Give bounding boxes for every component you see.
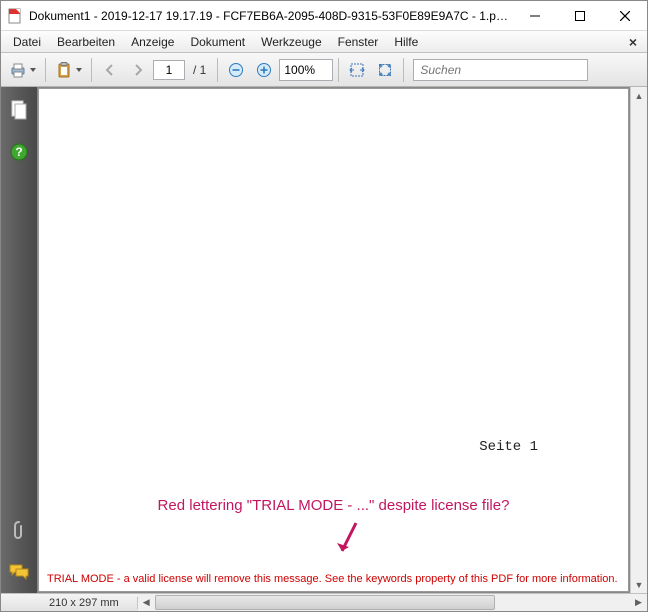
separator bbox=[45, 58, 46, 82]
pages-panel-icon[interactable] bbox=[8, 99, 30, 121]
pdf-app-icon bbox=[7, 8, 23, 24]
separator bbox=[217, 58, 218, 82]
minimize-button[interactable] bbox=[512, 1, 557, 30]
horizontal-scrollbar[interactable]: ◀ ▶ bbox=[138, 594, 647, 611]
svg-text:?: ? bbox=[15, 145, 22, 159]
fit-width-button[interactable] bbox=[344, 57, 370, 83]
menu-hilfe[interactable]: Hilfe bbox=[386, 33, 426, 51]
status-bar: 210 x 297 mm ◀ ▶ bbox=[1, 593, 647, 611]
clipboard-button[interactable] bbox=[51, 57, 86, 83]
page-canvas[interactable]: Seite 1 Red lettering "TRIAL MODE - ..."… bbox=[38, 88, 629, 592]
fit-page-button[interactable] bbox=[372, 57, 398, 83]
zoom-in-button[interactable] bbox=[251, 57, 277, 83]
menu-datei[interactable]: Datei bbox=[5, 33, 49, 51]
search-box[interactable] bbox=[413, 59, 588, 81]
scroll-right-arrow[interactable]: ▶ bbox=[630, 594, 647, 611]
zoom-out-button[interactable] bbox=[223, 57, 249, 83]
vertical-scrollbar[interactable]: ▲ ▼ bbox=[630, 87, 647, 593]
scroll-down-arrow[interactable]: ▼ bbox=[631, 576, 647, 593]
page-dimensions: 210 x 297 mm bbox=[37, 597, 138, 609]
annotation-arrow-icon bbox=[334, 521, 364, 561]
scroll-up-arrow[interactable]: ▲ bbox=[631, 87, 647, 104]
menu-anzeige[interactable]: Anzeige bbox=[123, 33, 182, 51]
page-total-label: / 1 bbox=[187, 63, 212, 77]
close-button[interactable] bbox=[602, 1, 647, 30]
attachments-icon[interactable] bbox=[8, 519, 30, 541]
search-input[interactable] bbox=[418, 62, 579, 78]
menu-bearbeiten[interactable]: Bearbeiten bbox=[49, 33, 123, 51]
chevron-down-icon bbox=[30, 68, 36, 72]
next-page-button[interactable] bbox=[125, 57, 151, 83]
zoom-value: 100% bbox=[284, 63, 315, 77]
close-document-button[interactable]: × bbox=[623, 34, 643, 50]
scroll-left-arrow[interactable]: ◀ bbox=[138, 594, 155, 611]
comments-icon[interactable] bbox=[8, 561, 30, 583]
title-bar: Dokument1 - 2019-12-17 19.17.19 - FCF7EB… bbox=[1, 1, 647, 31]
chevron-down-icon bbox=[76, 68, 82, 72]
sidebar: ? bbox=[1, 87, 37, 593]
trial-mode-message: TRIAL MODE - a valid license will remove… bbox=[47, 573, 620, 585]
annotation-text: Red lettering "TRIAL MODE - ..." despite… bbox=[39, 497, 628, 514]
zoom-combo[interactable]: 100% bbox=[279, 59, 333, 81]
print-button[interactable] bbox=[5, 57, 40, 83]
maximize-button[interactable] bbox=[557, 1, 602, 30]
document-viewport: Seite 1 Red lettering "TRIAL MODE - ..."… bbox=[37, 87, 647, 593]
menu-dokument[interactable]: Dokument bbox=[182, 33, 253, 51]
scrollbar-thumb[interactable] bbox=[155, 595, 495, 610]
main-area: ? Seite 1 Red lettering "TRIAL MODE - ..… bbox=[1, 87, 647, 593]
separator bbox=[91, 58, 92, 82]
help-icon[interactable]: ? bbox=[8, 141, 30, 163]
page-label: Seite 1 bbox=[479, 439, 538, 455]
menu-werkzeuge[interactable]: Werkzeuge bbox=[253, 33, 329, 51]
window-title: Dokument1 - 2019-12-17 19.17.19 - FCF7EB… bbox=[29, 9, 512, 23]
page-number-input[interactable] bbox=[153, 60, 185, 80]
menu-fenster[interactable]: Fenster bbox=[330, 33, 387, 51]
toolbar: / 1 100% bbox=[1, 53, 647, 87]
prev-page-button[interactable] bbox=[97, 57, 123, 83]
menu-bar: Datei Bearbeiten Anzeige Dokument Werkze… bbox=[1, 31, 647, 53]
separator bbox=[403, 58, 404, 82]
separator bbox=[338, 58, 339, 82]
